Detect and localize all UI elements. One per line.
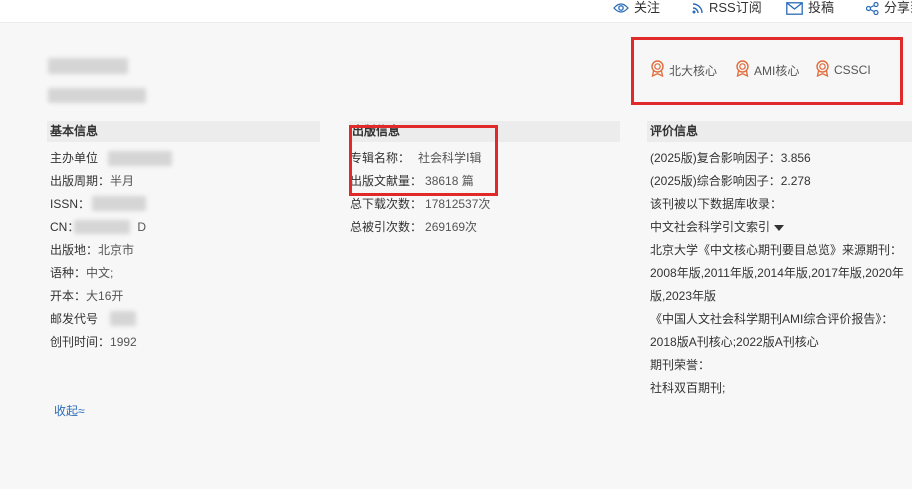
row-label: 总下载次数： (350, 197, 423, 211)
eval-db-name: 中文社会科学引文索引 (650, 220, 771, 234)
collapse-link[interactable]: 收起≈ (54, 402, 85, 419)
row-value: 中文; (86, 266, 114, 280)
eval-db-dropdown[interactable]: 中文社会科学引文索引 (650, 219, 785, 235)
row-label: 出版周期： (50, 174, 111, 188)
row-value: 北京市 (98, 243, 135, 257)
row-label: 出版地： (50, 243, 99, 257)
share-button[interactable]: 分享到 (866, 0, 912, 16)
submit-button[interactable]: 投稿 (786, 0, 834, 16)
caret-down-icon (774, 219, 785, 235)
row-value: 1992 (110, 335, 137, 349)
eval-honors-value: 社科双百期刊; (650, 381, 726, 395)
eval-overall-if: (2025版)综合影响因子：2.278 (650, 174, 811, 188)
badge-ami-core: AMI核心 (735, 60, 799, 80)
row-value: D (137, 220, 147, 234)
eval-db-heading: 该刊被以下数据库收录： (650, 197, 783, 211)
badge-cssci: CSSCI (815, 60, 871, 80)
publish-row-downloads: 总下载次数： 17812537次 (350, 196, 490, 212)
badge-label: 北大核心 (669, 63, 718, 78)
row-label: ISSN： (50, 197, 91, 211)
evaluation-info-heading: 评价信息 (647, 121, 912, 142)
eval-pku-source: 北京大学《中文核心期刊要目总览》来源期刊： (650, 243, 903, 257)
rss-button[interactable]: RSS订阅 (692, 0, 762, 16)
badge-label: CSSCI (834, 63, 871, 77)
row-label: 创刊时间： (50, 335, 111, 349)
badge-label: AMI核心 (754, 63, 800, 78)
row-value: 17812537次 (425, 197, 491, 211)
basic-row-founded: 创刊时间：1992 (50, 334, 137, 350)
award-icon (815, 60, 830, 80)
top-toolbar: 关注 RSS订阅 投稿 分享到 (0, 0, 912, 23)
basic-info-heading: 基本信息 (47, 121, 320, 142)
basic-row-place: 出版地：北京市 (50, 242, 134, 258)
sponsor-redacted (108, 151, 172, 166)
eval-ami-report: 《中国人文社会科学期刊AMI综合评价报告》： (650, 312, 894, 326)
row-label: 开本： (50, 289, 87, 303)
postal-code-redacted (110, 311, 136, 326)
mail-icon (786, 1, 803, 15)
publish-row-citations: 总被引次数： 269169次 (350, 219, 477, 235)
row-value: 半月 (110, 174, 135, 188)
basic-row-sponsor: 主办单位 (50, 150, 98, 166)
award-icon (735, 60, 750, 80)
journal-subtitle-redacted (48, 88, 146, 103)
publish-highlight-box (349, 125, 498, 196)
row-value: 大16开 (86, 289, 124, 303)
basic-row-language: 语种：中文; (50, 265, 113, 281)
follow-label: 关注 (634, 0, 661, 15)
badge-pku-core: 北大核心 (650, 60, 717, 80)
journal-title-redacted (48, 58, 128, 74)
row-value: 269169次 (425, 220, 478, 234)
rss-label: RSS订阅 (709, 0, 762, 15)
core-badges-box: 北大核心 AMI核心 CSSCI (631, 37, 903, 105)
eval-pku-years-1: 2008年版,2011年版,2014年版,2017年版,2020年 (650, 266, 904, 280)
eval-honors-heading: 期刊荣誉： (650, 358, 711, 372)
row-label: 总被引次数： (350, 220, 423, 234)
basic-row-cycle: 出版周期：半月 (50, 173, 134, 189)
submit-label: 投稿 (808, 0, 835, 15)
basic-row-format: 开本：大16开 (50, 288, 123, 304)
row-label: 主办单位 (50, 151, 99, 165)
eval-composite-if: (2025版)复合影响因子：3.856 (650, 151, 811, 165)
follow-button[interactable]: 关注 (613, 0, 660, 16)
row-label: 邮发代号 (50, 312, 99, 326)
eye-icon (613, 2, 629, 14)
award-icon (650, 60, 665, 80)
row-label: 语种： (50, 266, 87, 280)
rss-icon (692, 2, 704, 14)
issn-redacted (92, 196, 146, 211)
basic-row-postal-code: 邮发代号 (50, 311, 98, 327)
eval-ami-years: 2018版A刊核心;2022版A刊核心 (650, 335, 819, 349)
share-icon (866, 1, 879, 15)
eval-pku-years-2: 版,2023年版 (650, 289, 717, 303)
share-label: 分享到 (884, 0, 912, 15)
cn-redacted (74, 220, 130, 234)
basic-row-issn: ISSN： (50, 196, 90, 212)
